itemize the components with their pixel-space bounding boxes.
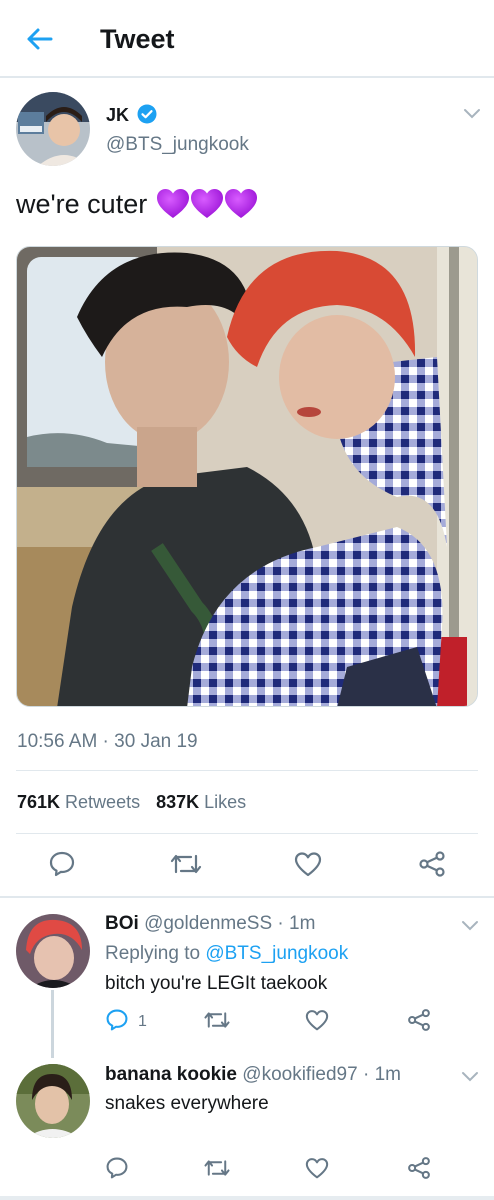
reply-avatar[interactable] <box>16 1064 90 1138</box>
tweet-text: we're cuter <box>16 186 258 222</box>
share-button[interactable] <box>404 1006 434 1034</box>
tweet-text-content: we're cuter <box>16 189 148 219</box>
share-icon <box>408 1157 430 1179</box>
divider <box>0 896 494 898</box>
retweet-button[interactable] <box>200 1154 234 1182</box>
reply-text: bitch you're LEGIt taekook <box>105 973 328 994</box>
likes-stat[interactable]: 837K Likes <box>156 790 246 814</box>
share-button[interactable] <box>404 1154 434 1182</box>
replying-to-line: Replying to @BTS_jungkook <box>105 942 348 966</box>
retweets-label: Retweets <box>65 792 141 812</box>
chevron-down-icon[interactable] <box>463 108 481 120</box>
likes-count: 837K <box>156 792 200 812</box>
author-handle[interactable]: @BTS_jungkook <box>106 133 249 157</box>
back-button[interactable] <box>22 24 56 54</box>
reply-button[interactable] <box>44 848 80 880</box>
retweet-icon <box>170 854 202 874</box>
replying-to-link[interactable]: @BTS_jungkook <box>205 943 348 964</box>
retweets-count: 761K <box>17 792 61 812</box>
reply-author-handle: @goldenmeSS · 1m <box>144 913 316 934</box>
chevron-down-icon[interactable] <box>461 1071 479 1083</box>
share-button[interactable] <box>414 848 450 880</box>
verified-badge-icon <box>137 104 157 124</box>
reply-author-name: BOi <box>105 913 139 934</box>
divider <box>16 833 478 834</box>
reply-text: snakes everywhere <box>105 1093 269 1114</box>
retweet-button[interactable] <box>200 1006 234 1034</box>
heart-outline-icon <box>305 1158 329 1179</box>
reply-button[interactable] <box>102 1154 132 1182</box>
tweet-timestamp: 10:56 AM · 30 Jan 19 <box>17 731 198 752</box>
comment-icon <box>106 1157 128 1179</box>
like-button[interactable] <box>290 848 326 880</box>
likes-label: Likes <box>204 792 247 812</box>
like-button[interactable] <box>302 1154 332 1182</box>
share-icon <box>419 851 445 877</box>
divider <box>0 1196 494 1200</box>
reply-count: 1 <box>138 1013 147 1030</box>
thread-connector <box>51 990 54 1058</box>
top-bar: Tweet <box>0 0 494 78</box>
tweet-stats: 761K Retweets 837K Likes <box>17 790 246 814</box>
purple-heart-icon <box>225 189 258 218</box>
author-avatar[interactable] <box>16 92 90 166</box>
arrow-left-icon <box>27 28 53 50</box>
emoji-hearts <box>157 189 258 219</box>
replying-to-label: Replying to <box>105 943 201 964</box>
share-icon <box>408 1009 430 1031</box>
purple-heart-icon <box>157 189 190 218</box>
reply-author[interactable]: BOi @goldenmeSS · 1m <box>105 912 315 936</box>
tweet-photo[interactable] <box>16 246 478 707</box>
heart-outline-icon <box>294 852 322 877</box>
reply-author-name: banana kookie <box>105 1064 237 1085</box>
page-title: Tweet <box>100 24 175 54</box>
comment-icon <box>106 1009 128 1031</box>
retweets-stat[interactable]: 761K Retweets <box>17 790 140 814</box>
retweet-button[interactable] <box>166 848 206 880</box>
heart-outline-icon <box>305 1010 329 1031</box>
chevron-down-icon[interactable] <box>461 920 479 932</box>
reply-button[interactable] <box>102 1006 132 1034</box>
reply-author-handle: @kookified97 · 1m <box>242 1064 401 1085</box>
author-name[interactable]: JK <box>106 104 129 126</box>
like-button[interactable] <box>302 1006 332 1034</box>
reply-avatar[interactable] <box>16 914 90 988</box>
purple-heart-icon <box>191 189 224 218</box>
reply-author[interactable]: banana kookie @kookified97 · 1m <box>105 1063 401 1087</box>
comment-icon <box>49 851 75 877</box>
retweet-icon <box>204 1012 230 1028</box>
retweet-icon <box>204 1160 230 1176</box>
divider <box>16 770 478 771</box>
